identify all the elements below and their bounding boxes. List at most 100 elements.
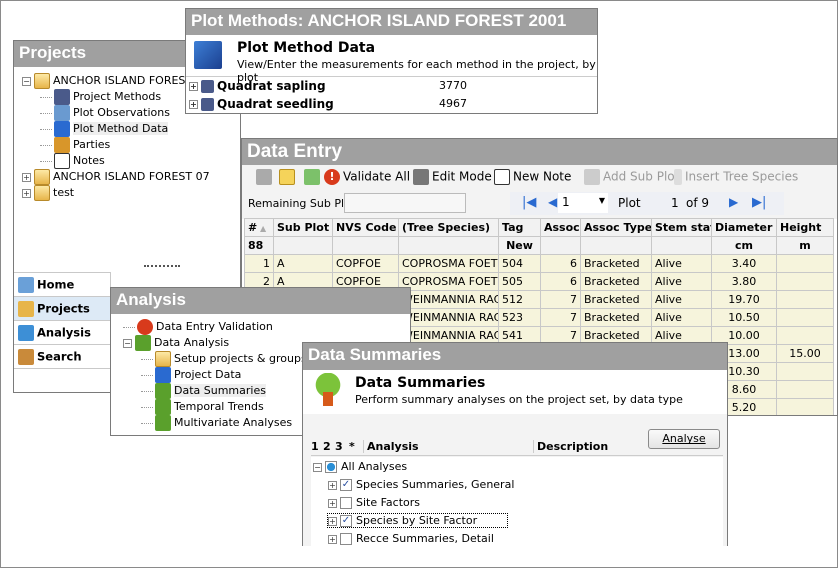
column-header[interactable]: Description (533, 440, 608, 453)
plot-method-row[interactable]: + Quadrat seedling 4967 (186, 95, 597, 113)
add-sub-plot-button[interactable]: Add Sub Plot (584, 169, 679, 185)
tree-item[interactable]: Data Summaries (141, 383, 266, 399)
grid-cell[interactable] (776, 326, 834, 345)
grid-cell[interactable] (776, 272, 834, 291)
previous-plot-button[interactable]: ◀ (548, 195, 557, 209)
tree-item[interactable]: − Data Analysis (123, 335, 229, 351)
edit-mode-button[interactable]: Edit Mode (413, 169, 492, 185)
column-header[interactable]: Analysis (363, 440, 419, 453)
analysis-item[interactable]: + ✓ Species Summaries, General (328, 478, 514, 491)
grid-cell[interactable]: 7 (540, 290, 581, 309)
tree-item[interactable]: Multivariate Analyses (141, 415, 292, 431)
collapse-icon[interactable]: − (123, 338, 132, 348)
grid-cell[interactable]: Bracketed (580, 272, 652, 291)
nav-projects[interactable]: Projects (14, 297, 110, 321)
all-analyses-node[interactable]: − All Analyses (313, 460, 407, 473)
tree-item[interactable]: Temporal Trends (141, 399, 264, 415)
analysis-item[interactable]: + ✓ Species by Site Factor (326, 513, 509, 528)
grid-cell[interactable]: COPROSMA FOETID (398, 272, 499, 291)
analysis-item[interactable]: + Recce Summaries, Detail (328, 532, 494, 545)
unchecked-checkbox[interactable] (340, 533, 352, 545)
nav-search[interactable]: Search (14, 345, 110, 369)
grid-cell[interactable]: Alive (651, 290, 712, 309)
expand-icon[interactable]: + (22, 188, 31, 198)
columns-icon[interactable] (279, 169, 295, 185)
checked-checkbox[interactable]: ✓ (340, 515, 352, 527)
grid-cell[interactable]: 3.80 (711, 272, 777, 291)
column-header[interactable]: 1 (311, 440, 319, 453)
grid-cell[interactable]: 6 (540, 272, 581, 291)
grid-cell[interactable] (776, 362, 834, 381)
column-header[interactable]: # ▲ (244, 218, 274, 237)
grid-cell[interactable]: Alive (651, 272, 712, 291)
nav-home[interactable]: Home (14, 273, 110, 297)
grid-cell[interactable]: Bracketed (580, 308, 652, 327)
analysis-item[interactable]: + Site Factors (328, 496, 420, 509)
expand-icon[interactable]: + (189, 82, 198, 91)
grid-cell[interactable]: 1 (244, 254, 274, 273)
column-header[interactable]: Tag (498, 218, 541, 237)
grid-cell[interactable]: WEINMANNIA RAC (398, 290, 499, 309)
partial-check-icon[interactable] (325, 461, 337, 473)
expand-icon[interactable]: + (328, 516, 337, 526)
column-header[interactable]: Stem stat (651, 218, 712, 237)
grid-cell[interactable]: 10.50 (711, 308, 777, 327)
tree-item[interactable]: Project Methods (40, 89, 161, 105)
plot-method-row[interactable]: + Quadrat sapling 3770 (186, 77, 597, 95)
unchecked-checkbox[interactable] (340, 497, 352, 509)
next-plot-button[interactable]: ▶ (729, 195, 738, 209)
checked-checkbox[interactable]: ✓ (340, 479, 352, 491)
grid-cell[interactable]: 505 (498, 272, 541, 291)
expand-icon[interactable]: + (328, 534, 337, 544)
tree-item[interactable]: − ANCHOR ISLAND FOREST (22, 73, 192, 89)
expand-icon[interactable]: + (22, 172, 31, 182)
grid-cell[interactable]: Alive (651, 254, 712, 273)
nav-analysis[interactable]: Analysis (14, 321, 110, 345)
grid-cell[interactable]: 504 (498, 254, 541, 273)
column-header[interactable]: Sub Plot (273, 218, 333, 237)
grid-cell[interactable]: 7 (540, 308, 581, 327)
new-note-button[interactable]: New Note (494, 169, 571, 185)
insert-tree-species-button[interactable]: Insert Tree Species (674, 169, 798, 185)
column-header[interactable]: Diameter (711, 218, 777, 237)
tree-item[interactable]: + test (22, 185, 74, 201)
tree-item[interactable]: Setup projects & groups (141, 351, 307, 367)
tree-item[interactable]: Project Data (141, 367, 241, 383)
tree-item[interactable]: Parties (40, 137, 110, 153)
column-header[interactable]: Assoc (540, 218, 581, 237)
expand-icon[interactable]: + (328, 480, 337, 490)
grid-cell[interactable]: A (273, 254, 333, 273)
expand-icon[interactable]: + (189, 100, 198, 109)
column-header[interactable]: Height (776, 218, 834, 237)
grid-cell[interactable]: 523 (498, 308, 541, 327)
expand-icon[interactable]: + (328, 498, 337, 508)
column-header[interactable]: (Tree Species) (398, 218, 499, 237)
validate-all-button[interactable]: ! Validate All (324, 169, 410, 185)
tree-item[interactable]: + ANCHOR ISLAND FOREST 07 (22, 169, 210, 185)
grid-cell[interactable] (776, 380, 834, 399)
tree-item[interactable]: Data Entry Validation (123, 319, 273, 335)
grid-cell[interactable]: COPFOE (332, 254, 399, 273)
tree-item[interactable]: Plot Observations (40, 105, 170, 121)
collapse-icon[interactable]: − (313, 462, 322, 472)
grid-cell[interactable]: 19.70 (711, 290, 777, 309)
tree-item[interactable]: Notes (40, 153, 105, 169)
grid-cell[interactable]: 512 (498, 290, 541, 309)
grid-cell[interactable]: COPROSMA FOETID (398, 254, 499, 273)
grid-cell[interactable]: 6 (540, 254, 581, 273)
grid-cell[interactable]: WEINMANNIA RAC (398, 308, 499, 327)
save-icon[interactable] (256, 169, 272, 185)
column-header[interactable]: 3 (335, 440, 343, 453)
refresh-icon[interactable] (304, 169, 320, 185)
splitter-handle[interactable] (144, 265, 180, 267)
grid-cell[interactable]: Bracketed (580, 290, 652, 309)
column-header[interactable]: * (349, 440, 355, 453)
last-plot-button[interactable]: ▶| (752, 195, 766, 210)
grid-cell[interactable] (776, 290, 834, 309)
plot-number-select[interactable]: 1 ▼ (558, 193, 608, 213)
column-header[interactable]: NVS Code (332, 218, 399, 237)
column-header[interactable]: 2 (323, 440, 331, 453)
grid-cell[interactable] (776, 308, 834, 327)
grid-cell[interactable] (776, 398, 834, 415)
grid-cell[interactable]: Bracketed (580, 254, 652, 273)
